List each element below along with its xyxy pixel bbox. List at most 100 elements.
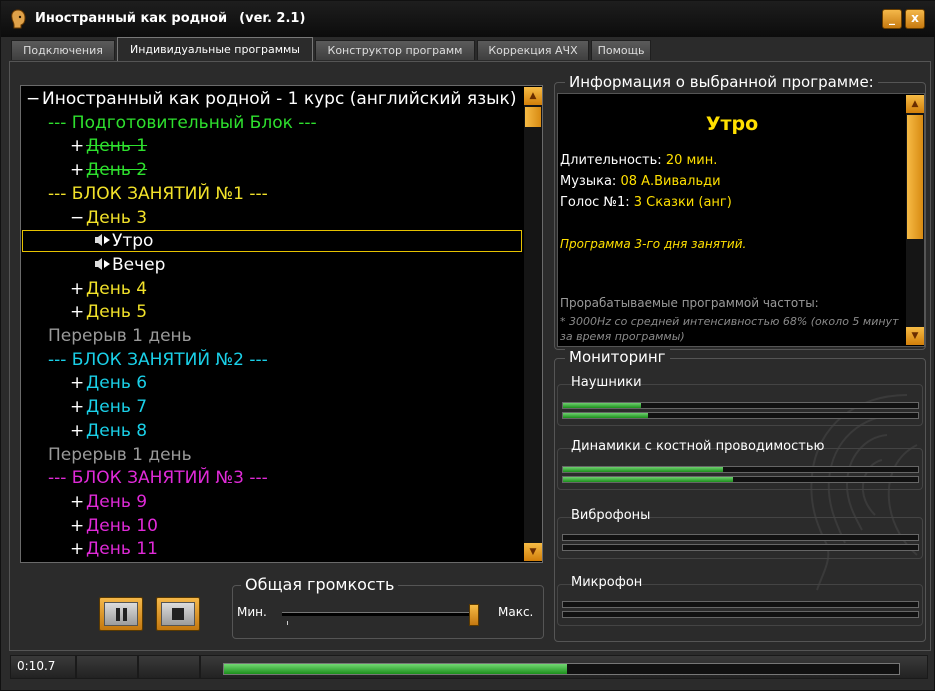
expand-toggle[interactable]: + bbox=[70, 371, 86, 395]
expand-toggle[interactable]: + bbox=[70, 514, 86, 538]
tree-item[interactable]: + День 10 bbox=[70, 514, 158, 538]
vibrophones-meter-left bbox=[562, 534, 919, 541]
playback-progress-bar[interactable] bbox=[223, 663, 900, 675]
music-value: 08 А.Вивальди bbox=[620, 174, 721, 189]
tree-item[interactable]: + День 1 bbox=[70, 134, 147, 158]
info-scrollbar[interactable]: ▲ ▼ bbox=[906, 95, 924, 345]
microphone-meter-right bbox=[562, 611, 919, 618]
info-scroll-up-button[interactable]: ▲ bbox=[906, 95, 924, 113]
window-title: Иностранный как родной (ver. 2.1) bbox=[35, 11, 305, 26]
tree-item[interactable]: − День 3 bbox=[70, 206, 147, 230]
headphones-label: Наушники bbox=[571, 375, 642, 390]
frequency-heading: Прорабатываемые программой частоты: bbox=[560, 296, 819, 310]
collapse-toggle[interactable]: − bbox=[70, 206, 86, 230]
tree-item-label: День 10 bbox=[86, 515, 158, 536]
tree-item[interactable]: Перерыв 1 день bbox=[48, 324, 192, 348]
tree-item[interactable]: + День 2 bbox=[70, 158, 147, 182]
expand-toggle[interactable]: + bbox=[70, 134, 86, 158]
tree-item[interactable]: --- БЛОК ЗАНЯТИЙ №3 --- bbox=[48, 466, 268, 490]
tab-help[interactable]: Помощь bbox=[591, 40, 651, 60]
tree-item-label: --- Подготовительный Блок --- bbox=[48, 112, 317, 133]
playback-progress-fill bbox=[224, 664, 567, 674]
tree-item-label: Вечер bbox=[112, 254, 166, 275]
tab-eq-correction[interactable]: Коррекция АЧХ bbox=[477, 40, 589, 60]
speaker-play-icon bbox=[95, 234, 110, 247]
pause-button[interactable] bbox=[99, 597, 143, 631]
expand-toggle[interactable]: + bbox=[70, 395, 86, 419]
tab-program-builder[interactable]: Конструктор программ bbox=[315, 40, 475, 60]
tree-item[interactable]: + День 8 bbox=[70, 419, 147, 443]
volume-min-label: Мин. bbox=[237, 605, 267, 619]
headphones-meter-left bbox=[562, 402, 919, 409]
tree-scroll-up-button[interactable]: ▲ bbox=[524, 87, 542, 105]
program-info-panel: Утро Длительность: 20 мин. Музыка: 08 А.… bbox=[557, 93, 925, 347]
info-group-title: Информация о выбранной программе: bbox=[565, 73, 878, 91]
tree-item-label: День 1 bbox=[86, 136, 148, 157]
vibrophones-meter-right bbox=[562, 544, 919, 551]
collapse-toggle[interactable]: − bbox=[26, 87, 42, 111]
program-description: Программа 3-го дня занятий. bbox=[560, 237, 747, 251]
tree-scroll-down-button[interactable]: ▼ bbox=[524, 543, 542, 561]
minimize-button[interactable]: _ bbox=[882, 9, 902, 29]
tree-scroll-thumb[interactable] bbox=[525, 107, 541, 127]
title-bar[interactable]: Иностранный как родной (ver. 2.1) _ x bbox=[1, 1, 935, 37]
tree-item-label: День 11 bbox=[86, 539, 158, 560]
tree-item-selected[interactable]: Утро bbox=[92, 229, 153, 253]
tree-item[interactable]: + День 4 bbox=[70, 277, 147, 301]
tree-item-label: День 4 bbox=[86, 278, 148, 299]
expand-toggle[interactable]: + bbox=[70, 490, 86, 514]
speaker-play-icon bbox=[95, 257, 110, 270]
tree-item-label: Перерыв 1 день bbox=[48, 326, 192, 346]
tree-item-label: День 6 bbox=[86, 373, 148, 394]
tree-item[interactable]: Перерыв 1 день bbox=[48, 443, 192, 467]
tree-item[interactable]: --- БЛОК ЗАНЯТИЙ №1 --- bbox=[48, 182, 268, 206]
tree-item-label: День 5 bbox=[86, 302, 148, 323]
elapsed-time: 0:10.7 bbox=[17, 659, 56, 673]
vibrophones-label: Виброфоны bbox=[571, 508, 651, 523]
tree-scrollbar[interactable]: ▲ ▼ bbox=[524, 87, 542, 561]
tree-item[interactable]: + День 7 bbox=[70, 395, 147, 419]
tree-item[interactable]: + День 5 bbox=[70, 300, 147, 324]
music-label: Музыка: bbox=[560, 174, 617, 189]
app-window: Иностранный как родной (ver. 2.1) _ x Под… bbox=[0, 0, 935, 691]
voice-label: Голос №1: bbox=[560, 195, 630, 210]
expand-toggle[interactable]: + bbox=[70, 300, 86, 324]
tree-item[interactable]: + День 6 bbox=[70, 371, 147, 395]
expand-toggle[interactable]: + bbox=[70, 277, 86, 301]
tree-item[interactable]: --- Подготовительный Блок --- bbox=[48, 111, 317, 135]
program-tree[interactable]: − Иностранный как родной - 1 курс (англий… bbox=[20, 85, 543, 563]
expand-toggle[interactable]: + bbox=[70, 419, 86, 443]
tree-item-label: Утро bbox=[112, 231, 154, 252]
tree-item[interactable]: Вечер bbox=[92, 253, 165, 277]
tree-item-label: Иностранный как родной - 1 курс (английс… bbox=[42, 89, 517, 109]
tree-item-label: --- БЛОК ЗАНЯТИЙ №2 --- bbox=[48, 349, 268, 370]
tree-item-label: День 3 bbox=[86, 207, 148, 228]
close-button[interactable]: x bbox=[905, 9, 925, 29]
expand-toggle[interactable]: + bbox=[70, 158, 86, 182]
stop-button[interactable] bbox=[156, 597, 200, 631]
tree-item[interactable]: --- БЛОК ЗАНЯТИЙ №2 --- bbox=[48, 348, 268, 372]
tree-item-label: День 2 bbox=[86, 160, 148, 181]
info-scroll-down-button[interactable]: ▼ bbox=[906, 327, 924, 345]
voice-value: 3 Сказки (анг) bbox=[633, 195, 732, 210]
status-cell-2 bbox=[76, 655, 138, 679]
tree-item-label: День 8 bbox=[86, 420, 148, 441]
tree-item[interactable]: + День 11 bbox=[70, 537, 158, 561]
volume-slider-thumb[interactable] bbox=[469, 604, 479, 626]
expand-toggle[interactable]: + bbox=[70, 537, 86, 561]
tree-item-label: --- БЛОК ЗАНЯТИЙ №1 --- bbox=[48, 183, 268, 204]
tree-item-label: --- БЛОК ЗАНЯТИЙ №3 --- bbox=[48, 468, 268, 489]
status-cell-3 bbox=[138, 655, 200, 679]
tree-item[interactable]: + День 9 bbox=[70, 490, 147, 514]
microphone-label: Микрофон bbox=[571, 575, 643, 590]
tab-connections[interactable]: Подключения bbox=[11, 40, 115, 60]
tab-individual-programs[interactable]: Индивидуальные программы bbox=[117, 37, 313, 61]
volume-max-label: Макс. bbox=[498, 605, 534, 619]
headphones-meter-right bbox=[562, 412, 919, 419]
volume-slider-track[interactable] bbox=[282, 612, 472, 616]
info-scroll-thumb[interactable] bbox=[907, 115, 923, 239]
tree-item[interactable]: − Иностранный как родной - 1 курс (англий… bbox=[26, 87, 516, 111]
microphone-meter-left bbox=[562, 601, 919, 608]
stop-icon bbox=[161, 602, 195, 626]
status-time-cell: 0:10.7 bbox=[10, 655, 76, 679]
